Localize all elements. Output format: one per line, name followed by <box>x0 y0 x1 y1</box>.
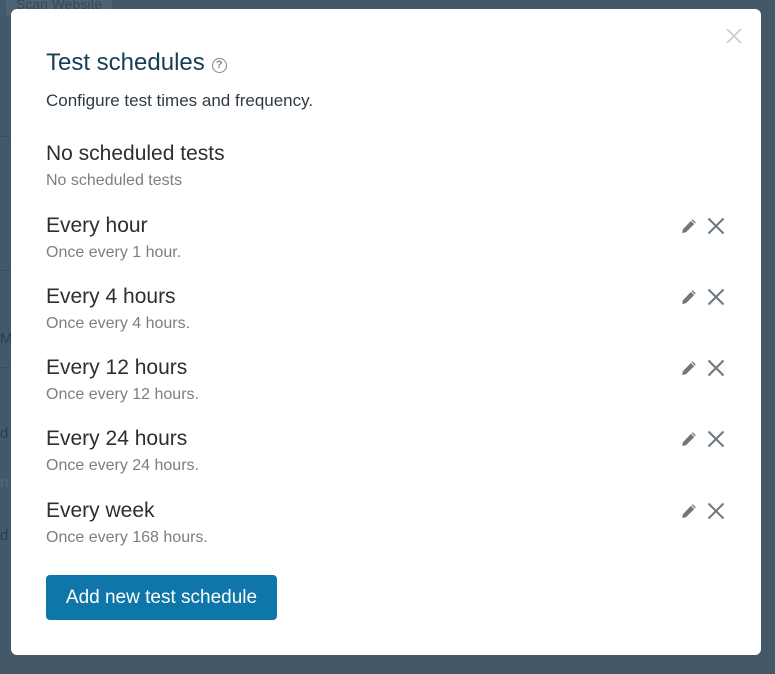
delete-schedule-button[interactable] <box>706 287 726 307</box>
delete-schedule-button[interactable] <box>706 358 726 378</box>
modal-title-text: Test schedules <box>46 49 205 76</box>
close-icon <box>707 359 725 377</box>
close-icon <box>707 430 725 448</box>
close-icon <box>707 217 725 235</box>
schedule-name: Every 24 hours <box>46 427 188 450</box>
schedule-description: Once every 12 hours. <box>46 386 199 403</box>
close-icon <box>726 28 742 44</box>
close-icon <box>707 288 725 306</box>
schedule-description: Once every 24 hours. <box>46 457 199 474</box>
background-divider <box>0 136 11 137</box>
delete-schedule-button[interactable] <box>706 501 726 521</box>
schedule-item: Every 4 hours Once every 4 hours. <box>46 285 726 333</box>
background-text: d <box>0 425 9 442</box>
schedule-name: No scheduled tests <box>46 142 225 165</box>
schedule-description: Once every 1 hour. <box>46 244 182 261</box>
schedule-item: Every week Once every 168 hours. <box>46 499 726 547</box>
modal-subtitle: Configure test times and frequency. <box>46 91 314 110</box>
schedule-name: Every 12 hours <box>46 356 188 379</box>
edit-schedule-button[interactable] <box>679 287 699 307</box>
background-divider <box>0 367 11 368</box>
schedule-description: Once every 168 hours. <box>46 529 208 546</box>
schedule-item: Every hour Once every 1 hour. <box>46 214 726 262</box>
schedule-description: Once every 4 hours. <box>46 315 191 332</box>
schedule-item: Every 24 hours Once every 24 hours. <box>46 427 726 475</box>
schedule-name: Every hour <box>46 214 148 237</box>
pencil-icon <box>682 290 696 304</box>
schedule-actions <box>679 358 726 378</box>
background-text: n <box>0 474 9 491</box>
schedule-actions <box>679 216 726 236</box>
empty-schedule-item: No scheduled tests No scheduled tests <box>46 142 726 190</box>
pencil-icon <box>682 361 696 375</box>
test-schedules-modal: Test schedules ? Configure test times an… <box>11 9 761 655</box>
delete-schedule-button[interactable] <box>706 216 726 236</box>
edit-schedule-button[interactable] <box>679 216 699 236</box>
pencil-icon <box>682 219 696 233</box>
add-new-test-schedule-button[interactable]: Add new test schedule <box>46 575 277 620</box>
schedule-name: Every week <box>46 499 155 522</box>
schedule-name: Every 4 hours <box>46 285 176 308</box>
schedule-actions <box>679 287 726 307</box>
close-button[interactable] <box>725 27 743 45</box>
modal-title: Test schedules ? <box>46 49 227 77</box>
question-circle-icon[interactable]: ? <box>211 57 227 73</box>
close-icon <box>707 502 725 520</box>
edit-schedule-button[interactable] <box>679 429 699 449</box>
schedule-item: Every 12 hours Once every 12 hours. <box>46 356 726 404</box>
pencil-icon <box>682 504 696 518</box>
edit-schedule-button[interactable] <box>679 358 699 378</box>
schedule-description: No scheduled tests <box>46 172 183 189</box>
background-divider <box>0 270 11 271</box>
delete-schedule-button[interactable] <box>706 429 726 449</box>
schedule-actions <box>679 501 726 521</box>
background-text: d <box>0 527 9 544</box>
schedule-actions <box>679 429 726 449</box>
edit-schedule-button[interactable] <box>679 501 699 521</box>
pencil-icon <box>682 432 696 446</box>
